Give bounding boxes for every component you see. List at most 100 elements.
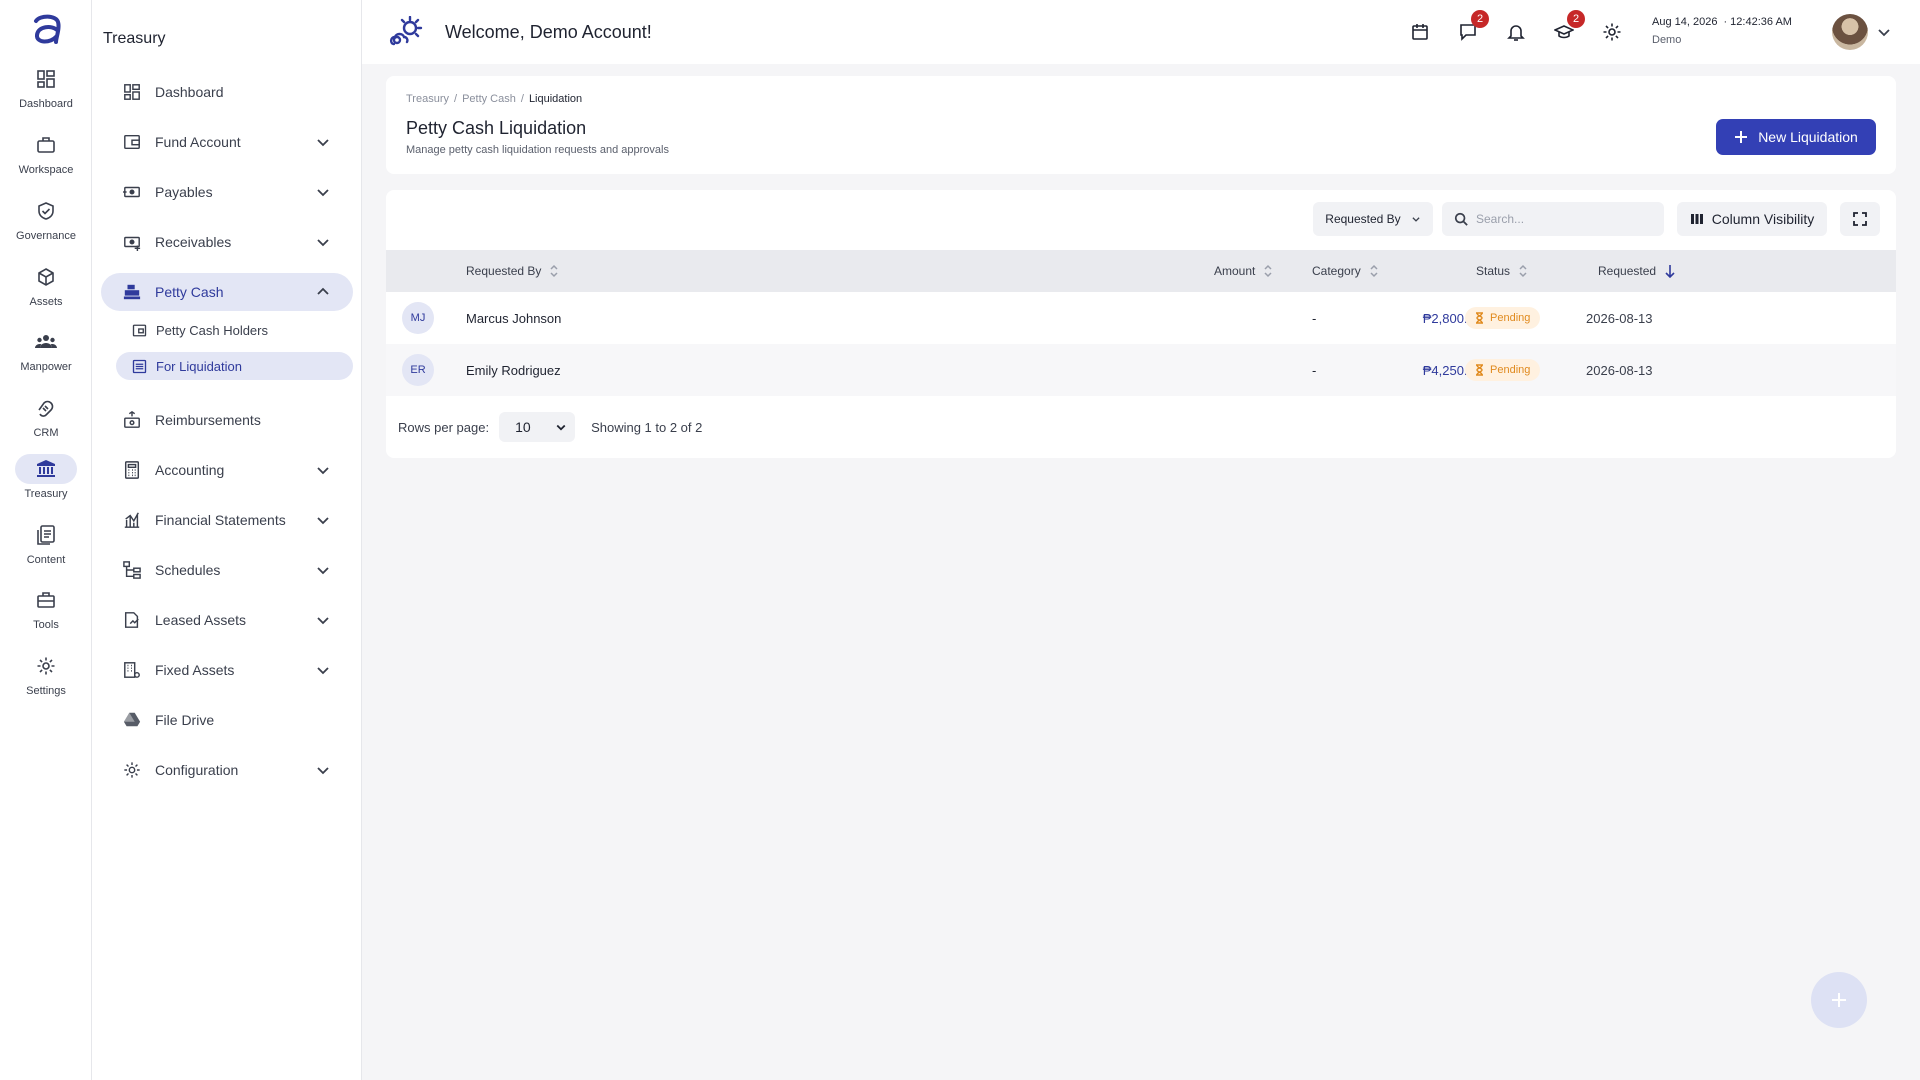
sidebar-item-fund-account[interactable]: Fund Account xyxy=(101,123,353,161)
handshake-icon xyxy=(15,393,77,423)
sort-desc-icon xyxy=(1665,265,1675,278)
chevron-up-icon xyxy=(317,287,329,295)
chart-icon xyxy=(121,509,143,531)
requested-by-filter[interactable]: Requested By xyxy=(1313,202,1433,236)
people-icon xyxy=(15,327,77,357)
top-bar: Welcome, Demo Account! 2 2 Aug 14, 2026 ·… xyxy=(362,0,1920,64)
column-header-category[interactable]: Category xyxy=(1312,250,1379,292)
sidebar-item-label: File Drive xyxy=(155,712,215,728)
sidebar-item-receivables[interactable]: Receivables xyxy=(101,223,353,261)
sidebar-item-accounting[interactable]: Accounting xyxy=(101,451,353,489)
chevron-down-icon xyxy=(317,767,329,775)
column-header-requested-by[interactable]: Requested By xyxy=(466,250,559,292)
sort-icon xyxy=(1264,264,1272,278)
category-cell: - xyxy=(1312,310,1317,326)
sort-icon xyxy=(550,264,558,278)
search-icon xyxy=(1454,212,1468,226)
rail-label: Dashboard xyxy=(19,98,73,110)
rail-item-tools[interactable]: Tools xyxy=(0,585,92,649)
app-rail: Dashboard Workspace Governance Assets Ma… xyxy=(0,0,92,1080)
breadcrumb-item[interactable]: Treasury xyxy=(406,93,449,105)
requested-date-cell: 2026-08-13 xyxy=(1586,362,1653,378)
rail-item-assets[interactable]: Assets xyxy=(0,262,92,326)
column-header-amount[interactable]: Amount xyxy=(1214,250,1273,292)
rail-item-workspace[interactable]: Workspace xyxy=(0,130,92,194)
table-row[interactable]: ER Emily Rodriguez ₱4,250.00 - Pending 2… xyxy=(386,344,1896,396)
sidebar-item-dashboard[interactable]: Dashboard xyxy=(101,73,353,111)
sidebar-subitem-petty-cash-holders[interactable]: Petty Cash Holders xyxy=(116,316,353,344)
breadcrumb-current: Liquidation xyxy=(528,93,583,105)
sidebar-item-label: Reimbursements xyxy=(155,412,261,428)
rows-per-page-value: 10 xyxy=(515,419,531,435)
sidebar-item-schedules[interactable]: Schedules xyxy=(101,551,353,589)
rail-item-governance[interactable]: Governance xyxy=(0,196,92,260)
column-header-requested[interactable]: Requested xyxy=(1598,250,1676,292)
plus-icon xyxy=(1735,131,1748,143)
chevron-down-icon[interactable] xyxy=(1876,24,1892,40)
user-role: Demo xyxy=(1652,34,1682,46)
table-pagination: Rows per page: 10 Showing 1 to 2 of 2 xyxy=(386,396,1896,458)
calendar-button[interactable] xyxy=(1408,20,1432,44)
rail-item-settings[interactable]: Settings xyxy=(0,651,92,715)
filter-label: Requested By xyxy=(1325,212,1401,226)
gear-icon xyxy=(1603,23,1621,41)
notifications-button[interactable] xyxy=(1504,20,1528,44)
rail-item-content[interactable]: Content xyxy=(0,520,92,584)
settings-button[interactable] xyxy=(1600,20,1624,44)
calculator-icon xyxy=(121,459,143,481)
breadcrumb-item[interactable]: Petty Cash xyxy=(462,93,516,105)
requested-date-cell: 2026-08-13 xyxy=(1586,310,1653,326)
column-visibility-button[interactable]: Column Visibility xyxy=(1677,202,1827,236)
new-liquidation-button[interactable]: New Liquidation xyxy=(1716,119,1876,155)
plus-icon xyxy=(1832,993,1846,1007)
sidebar-item-file-drive[interactable]: File Drive xyxy=(101,701,353,739)
rows-per-page-select[interactable]: 10 xyxy=(499,412,576,442)
briefcase-icon xyxy=(15,130,77,160)
sidebar-item-leased-assets[interactable]: Leased Assets xyxy=(101,601,353,639)
training-button[interactable]: 2 xyxy=(1552,10,1585,44)
shield-check-icon xyxy=(15,196,77,226)
column-header-status[interactable]: Status xyxy=(1476,250,1528,292)
current-datetime: Aug 14, 2026 · 12:42:36 AM xyxy=(1652,16,1792,28)
chevron-down-icon xyxy=(317,139,329,147)
rail-item-dashboard[interactable]: Dashboard xyxy=(0,64,92,128)
sidebar-item-label: Dashboard xyxy=(155,84,224,100)
sidebar-item-financial-statements[interactable]: Financial Statements xyxy=(101,501,353,539)
rail-label: Treasury xyxy=(24,488,68,500)
chevron-down-icon xyxy=(317,617,329,625)
new-liquidation-label: New Liquidation xyxy=(1758,129,1858,145)
sidebar-item-label: Fixed Assets xyxy=(155,662,235,678)
current-date: Aug 14, 2026 xyxy=(1652,16,1718,28)
status-badge: Pending xyxy=(1465,307,1541,329)
rail-label: Workspace xyxy=(18,164,74,176)
chevron-down-icon xyxy=(1412,217,1420,222)
app-logo[interactable] xyxy=(30,12,64,46)
rail-item-crm[interactable]: CRM xyxy=(0,393,92,457)
gear-icon xyxy=(121,759,143,781)
floating-add-button[interactable] xyxy=(1811,972,1867,1028)
sidebar-subitem-for-liquidation[interactable]: For Liquidation xyxy=(116,352,353,380)
current-time: · 12:42:36 AM xyxy=(1723,16,1792,28)
chevron-down-icon xyxy=(556,424,566,431)
sidebar-item-payables[interactable]: Payables xyxy=(101,173,353,211)
sidebar-item-configuration[interactable]: Configuration xyxy=(101,751,353,789)
user-avatar[interactable] xyxy=(1832,14,1868,50)
requested-by-cell: Marcus Johnson xyxy=(466,310,562,326)
page-title: Petty Cash Liquidation xyxy=(406,118,587,138)
column-label: Amount xyxy=(1214,264,1256,278)
table-row[interactable]: MJ Marcus Johnson ₱2,800.00 - Pending 20… xyxy=(386,292,1896,344)
sidebar-item-petty-cash[interactable]: Petty Cash xyxy=(101,273,353,311)
sidebar-item-label: Leased Assets xyxy=(155,612,247,628)
rail-item-manpower[interactable]: Manpower xyxy=(0,327,92,391)
rail-item-treasury[interactable]: Treasury xyxy=(0,454,92,518)
sidebar-item-fixed-assets[interactable]: Fixed Assets xyxy=(101,651,353,689)
fullscreen-button[interactable] xyxy=(1840,202,1880,236)
rail-label: CRM xyxy=(33,427,59,439)
status-badge: Pending xyxy=(1465,359,1541,381)
sort-icon xyxy=(1519,264,1527,278)
messages-button[interactable]: 2 xyxy=(1456,10,1489,44)
chevron-down-icon xyxy=(317,667,329,675)
rail-label: Assets xyxy=(29,296,63,308)
search-input[interactable] xyxy=(1476,212,1656,226)
sidebar-item-reimbursements[interactable]: Reimbursements xyxy=(101,401,353,439)
